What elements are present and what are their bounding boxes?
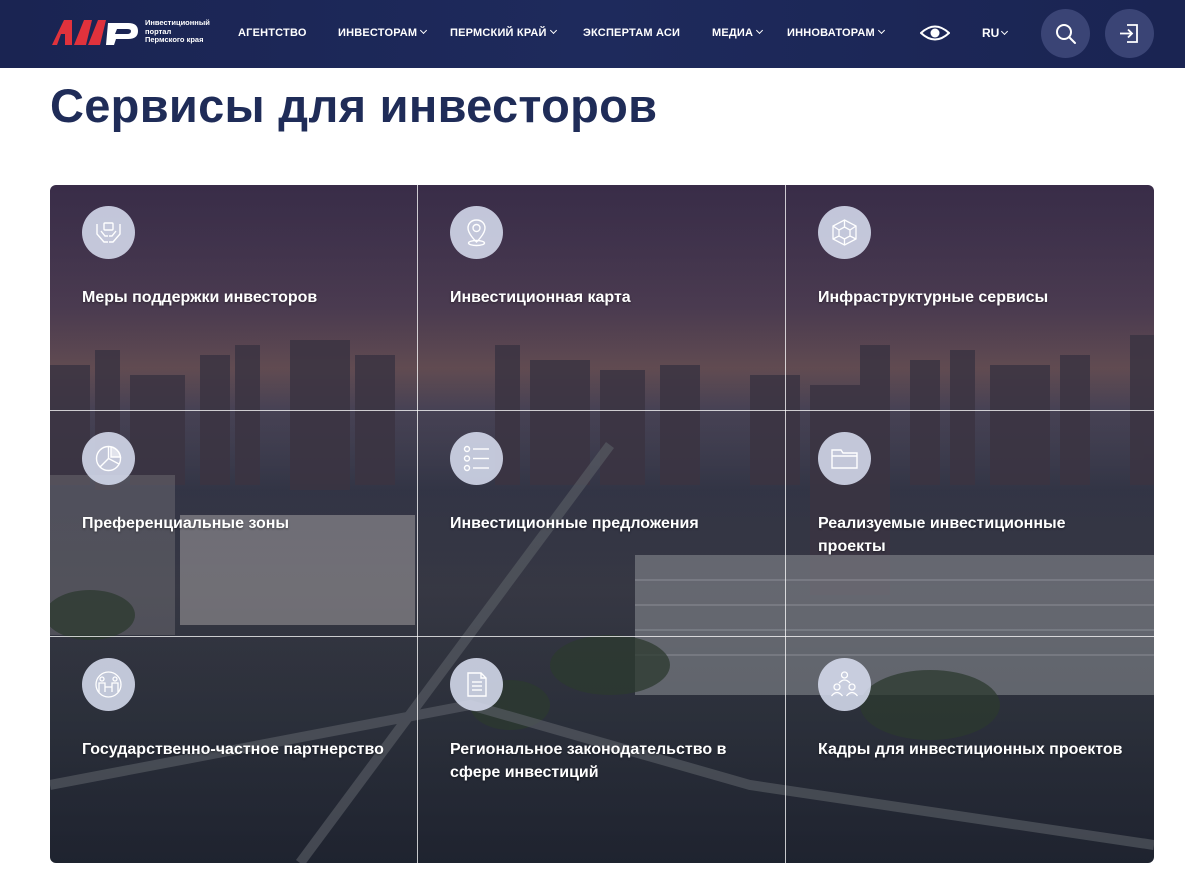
site-logo[interactable]: Инвестиционный портал Пермского края <box>50 17 225 51</box>
chevron-down-icon <box>420 26 428 35</box>
aip-logo-icon <box>52 20 138 45</box>
nav-item-perm-region[interactable]: ПЕРМСКИЙ КРАЙ <box>450 26 557 41</box>
service-label: Инвестиционные предложения <box>450 515 699 532</box>
nav-item-innovators[interactable]: ИННОВАТОРАМ <box>787 26 885 41</box>
map-pin-icon <box>450 206 503 259</box>
service-label: Меры поддержки инвесторов <box>82 289 318 306</box>
service-preferential-zones[interactable]: Преференциальные зоны <box>50 411 418 637</box>
service-investor-support[interactable]: Меры поддержки инвесторов <box>50 185 418 411</box>
service-label: Региональное законодательство в сфере ин… <box>450 741 727 781</box>
team-icon <box>818 658 871 711</box>
eye-icon[interactable] <box>919 24 951 42</box>
nav-item-media[interactable]: МЕДИА <box>712 26 764 41</box>
service-label: Кадры для инвестиционных проектов <box>818 741 1123 758</box>
chevron-down-icon <box>549 26 557 35</box>
language-selector[interactable]: RU <box>982 26 1009 40</box>
service-investment-offers[interactable]: Инвестиционные предложения <box>418 411 786 637</box>
hands-icon <box>82 206 135 259</box>
pie-chart-icon <box>82 432 135 485</box>
service-label: Инфраструктурные сервисы <box>818 289 1049 306</box>
chevron-down-icon <box>1001 27 1009 36</box>
top-navigation-bar: Инвестиционный портал Пермского края АГЕ… <box>0 0 1185 68</box>
login-button[interactable] <box>1105 9 1154 58</box>
service-label: Инвестиционная карта <box>450 289 631 306</box>
service-public-private-partnership[interactable]: Государственно-частное партнерство <box>50 637 418 863</box>
document-icon <box>450 658 503 711</box>
chevron-down-icon <box>877 26 885 35</box>
network-cube-icon <box>818 206 871 259</box>
search-icon <box>1056 24 1076 44</box>
nav-item-agency[interactable]: АГЕНТСТВО <box>238 27 307 41</box>
nav-label: АГЕНТСТВО <box>238 27 307 39</box>
nav-label: ПЕРМСКИЙ КРАЙ <box>450 27 547 39</box>
service-regional-legislation[interactable]: Региональное законодательство в сфере ин… <box>418 637 786 863</box>
nav-label: ИНВЕСТОРАМ <box>338 27 418 39</box>
login-icon <box>1120 24 1138 43</box>
logo-line: Пермского края <box>145 35 204 44</box>
chevron-down-icon <box>756 26 764 35</box>
folder-icon <box>818 432 871 485</box>
service-label: Государственно-частное партнерство <box>82 741 384 758</box>
service-infrastructure[interactable]: Инфраструктурные сервисы <box>786 185 1154 411</box>
nav-label: ИННОВАТОРАМ <box>787 27 875 39</box>
service-label: Реализуемые инвестиционные проекты <box>818 515 1066 555</box>
page-title: Сервисы для инвесторов <box>50 79 658 132</box>
nav-item-experts[interactable]: ЭКСПЕРТАМ АСИ <box>583 27 680 41</box>
service-implemented-projects[interactable]: Реализуемые инвестиционные проекты <box>786 411 1154 637</box>
logo-text: Инвестиционный портал Пермского края <box>145 18 229 45</box>
service-personnel[interactable]: Кадры для инвестиционных проектов <box>786 637 1154 863</box>
partnership-icon <box>82 658 135 711</box>
nav-item-investors[interactable]: ИНВЕСТОРАМ <box>338 26 428 41</box>
language-label: RU <box>982 26 1000 40</box>
nav-label: МЕДИА <box>712 27 754 39</box>
services-grid: Меры поддержки инвесторов Инвестиционная… <box>50 185 1154 863</box>
list-icon <box>450 432 503 485</box>
service-investment-map[interactable]: Инвестиционная карта <box>418 185 786 411</box>
service-label: Преференциальные зоны <box>82 515 290 532</box>
search-button[interactable] <box>1041 9 1090 58</box>
nav-label: ЭКСПЕРТАМ АСИ <box>583 27 681 39</box>
